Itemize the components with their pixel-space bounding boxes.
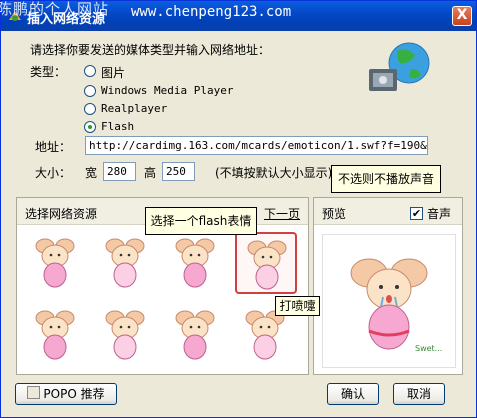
radio-realplayer-label: Realplayer [101, 102, 168, 115]
preview-panel: 预览 ✔ 音声 Swet... [313, 197, 463, 375]
radio-flash[interactable] [84, 121, 96, 133]
thumbnail-bunny-tennis[interactable] [165, 232, 227, 294]
popo-label: POPO 推荐 [43, 387, 105, 401]
dialog-window: 插入网络资源 陈鹏的个人网站 www.chenpeng123.com X 请选择… [0, 0, 477, 418]
radio-wmp-label: Windows Media Player [101, 84, 234, 97]
ok-button[interactable]: 确认 [327, 383, 379, 405]
watermark-site-name: 陈鹏的个人网站 [0, 0, 110, 18]
resource-panel-title: 选择网络资源 [25, 207, 98, 221]
uncheck-sound-callout: 不选则不播放声音 [331, 165, 441, 193]
thumbnail-bunny-eating[interactable] [165, 304, 227, 366]
address-label: 地址： [35, 140, 72, 154]
cancel-button[interactable]: 取消 [393, 383, 445, 405]
next-page-link[interactable]: 下一页 [264, 205, 300, 222]
width-input[interactable]: 280 [103, 162, 136, 181]
thumbnail-bunny-wave[interactable] [95, 232, 157, 294]
preview-area: Swet... [322, 234, 456, 368]
sound-label: 音声 [427, 207, 452, 221]
thumbnail-bunny-sneeze[interactable] [235, 232, 297, 294]
popo-icon [27, 386, 41, 399]
radio-flash-label: Flash [101, 120, 135, 133]
svg-text:Swet...: Swet... [415, 344, 442, 353]
width-label: 宽 [85, 166, 98, 180]
thumbnail-bunny-laugh[interactable] [25, 304, 87, 366]
select-flash-callout: 选择一个flash表情 [145, 207, 257, 235]
instruction-text: 请选择你要发送的媒体类型并输入网络地址： [30, 43, 271, 57]
sound-checkbox[interactable]: ✔ [410, 207, 423, 220]
preview-title: 预览 [322, 207, 347, 221]
radio-realplayer[interactable] [84, 103, 96, 115]
thumbnail-bunny-heart[interactable] [25, 232, 87, 294]
popo-recommend-button[interactable]: POPO 推荐 [15, 383, 117, 405]
close-icon: X [456, 7, 468, 23]
network-media-icon [369, 42, 430, 91]
size-hint: (不填按默认大小显示) [215, 166, 333, 180]
size-label: 大小： [35, 166, 72, 180]
radio-windows-media-player[interactable] [84, 85, 96, 97]
preview-bunny-image: Swet... [350, 258, 442, 353]
watermark-url: www.chenpeng123.com [131, 4, 292, 20]
type-label: 类型： [30, 65, 67, 79]
title-bar[interactable]: 插入网络资源 陈鹏的个人网站 www.chenpeng123.com X [0, 0, 476, 31]
close-button[interactable]: X [452, 6, 472, 26]
address-input[interactable]: http://cardimg.163.com/mcards/emoticon/1… [85, 136, 428, 155]
thumbnail-bunny-sleepy[interactable] [95, 304, 157, 366]
radio-image[interactable] [84, 65, 96, 77]
radio-image-label: 图片 [101, 66, 126, 80]
height-input[interactable]: 250 [162, 162, 195, 181]
hover-tooltip: 打喷嚏 [275, 296, 320, 316]
height-label: 高 [144, 166, 157, 180]
